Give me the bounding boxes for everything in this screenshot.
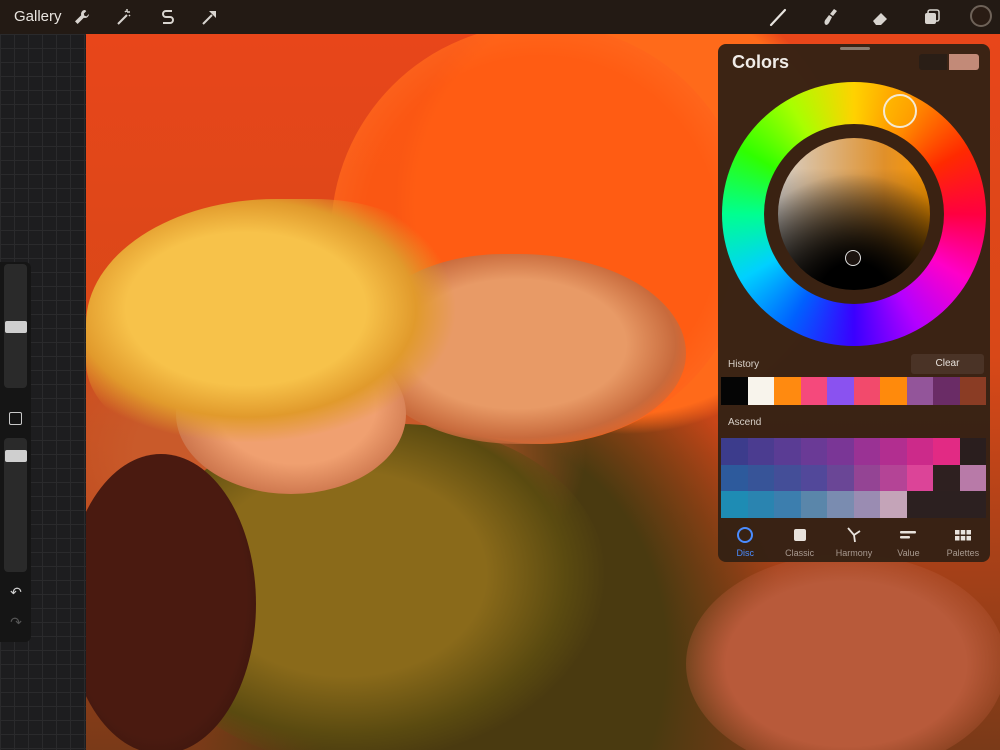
tab-label: Disc bbox=[736, 548, 754, 558]
artwork-blonde-hair bbox=[86, 199, 466, 449]
transform-arrow-icon[interactable] bbox=[198, 5, 222, 29]
gallery-button[interactable]: Gallery bbox=[14, 8, 62, 25]
history-swatch[interactable] bbox=[721, 377, 748, 405]
clear-history-button[interactable]: Clear bbox=[911, 354, 984, 374]
tab-label: Value bbox=[897, 548, 920, 558]
palette-swatch[interactable] bbox=[906, 464, 933, 491]
palette-swatch[interactable] bbox=[853, 438, 880, 465]
palette-swatch[interactable] bbox=[774, 438, 801, 465]
palette-swatch[interactable] bbox=[853, 491, 880, 518]
tab-harmony[interactable]: Harmony bbox=[827, 522, 881, 562]
palette-swatch[interactable] bbox=[747, 438, 774, 465]
tab-palettes[interactable]: Palettes bbox=[936, 522, 990, 562]
color-picker-button[interactable] bbox=[970, 5, 992, 27]
palette-swatch[interactable] bbox=[880, 491, 907, 518]
magic-wand-icon[interactable] bbox=[112, 5, 136, 29]
brush-icon[interactable] bbox=[766, 5, 790, 29]
palette-swatch[interactable] bbox=[721, 464, 748, 491]
history-swatch[interactable] bbox=[747, 377, 774, 405]
history-swatch[interactable] bbox=[959, 377, 986, 405]
saturation-handle[interactable] bbox=[845, 250, 861, 266]
palette-swatch[interactable] bbox=[933, 464, 960, 491]
history-swatch[interactable] bbox=[853, 377, 880, 405]
palette-swatch[interactable] bbox=[906, 438, 933, 465]
palette-swatch[interactable] bbox=[774, 464, 801, 491]
palette-name: Ascend bbox=[728, 417, 762, 428]
brush-size-thumb[interactable] bbox=[5, 321, 27, 333]
palette-swatch[interactable] bbox=[959, 438, 986, 465]
palette-grid bbox=[721, 438, 989, 518]
layers-icon[interactable] bbox=[920, 5, 944, 29]
history-swatch[interactable] bbox=[933, 377, 960, 405]
palette-swatch[interactable] bbox=[721, 438, 748, 465]
palette-swatch[interactable] bbox=[933, 491, 960, 518]
history-swatch[interactable] bbox=[774, 377, 801, 405]
selection-s-icon[interactable] bbox=[156, 5, 180, 29]
history-swatch[interactable] bbox=[906, 377, 933, 405]
primary-color-swatch[interactable] bbox=[949, 54, 979, 70]
palette-swatch[interactable] bbox=[827, 491, 854, 518]
history-swatch[interactable] bbox=[800, 377, 827, 405]
artwork-blur-shape bbox=[686, 554, 1000, 750]
tab-value[interactable]: Value bbox=[881, 522, 935, 562]
palette-swatch[interactable] bbox=[880, 464, 907, 491]
history-swatch[interactable] bbox=[827, 377, 854, 405]
palette-swatch[interactable] bbox=[933, 438, 960, 465]
history-label: History bbox=[728, 359, 760, 370]
tab-label: Palettes bbox=[946, 548, 980, 558]
palette-swatch[interactable] bbox=[800, 491, 827, 518]
palette-swatch[interactable] bbox=[827, 464, 854, 491]
sidebar: ↶ ↷ bbox=[0, 262, 31, 642]
palette-row bbox=[721, 438, 989, 465]
palette-swatch[interactable] bbox=[747, 491, 774, 518]
eraser-icon[interactable] bbox=[868, 5, 892, 29]
palette-swatch[interactable] bbox=[880, 438, 907, 465]
undo-icon[interactable]: ↶ bbox=[7, 584, 25, 600]
wrench-icon[interactable] bbox=[70, 5, 94, 29]
redo-icon[interactable]: ↷ bbox=[7, 614, 25, 630]
colors-panel: Colors History Clear Ascend Disc Classic H… bbox=[718, 44, 990, 562]
colors-title: Colors bbox=[732, 52, 790, 72]
palette-swatch[interactable] bbox=[827, 438, 854, 465]
modify-button[interactable] bbox=[9, 412, 22, 425]
palette-swatch[interactable] bbox=[774, 491, 801, 518]
tab-disc[interactable]: Disc bbox=[718, 522, 772, 562]
tab-label: Classic bbox=[785, 548, 815, 558]
palette-row bbox=[721, 464, 989, 491]
color-mode-tabs: Disc Classic Harmony Value Palettes bbox=[718, 522, 990, 562]
left-grid-panel: ↶ ↷ bbox=[0, 34, 86, 750]
history-swatches bbox=[721, 377, 986, 405]
palette-swatch[interactable] bbox=[959, 464, 986, 491]
palette-swatch[interactable] bbox=[721, 491, 748, 518]
palette-swatch[interactable] bbox=[800, 464, 827, 491]
palette-swatch[interactable] bbox=[906, 491, 933, 518]
hue-handle[interactable] bbox=[883, 94, 917, 128]
palette-swatch[interactable] bbox=[959, 491, 986, 518]
opacity-thumb[interactable] bbox=[5, 450, 27, 462]
palette-row bbox=[721, 491, 989, 518]
saturation-brightness-disc[interactable] bbox=[778, 138, 930, 290]
tab-classic[interactable]: Classic bbox=[772, 522, 826, 562]
secondary-color-swatch[interactable] bbox=[919, 54, 947, 70]
palette-swatch[interactable] bbox=[747, 464, 774, 491]
palette-swatch[interactable] bbox=[800, 438, 827, 465]
smudge-icon[interactable] bbox=[818, 5, 842, 29]
top-toolbar: Gallery bbox=[0, 0, 1000, 34]
palette-swatch[interactable] bbox=[853, 464, 880, 491]
history-swatch[interactable] bbox=[880, 377, 907, 405]
tab-label: Harmony bbox=[835, 548, 873, 558]
panel-grabber[interactable] bbox=[840, 47, 870, 50]
